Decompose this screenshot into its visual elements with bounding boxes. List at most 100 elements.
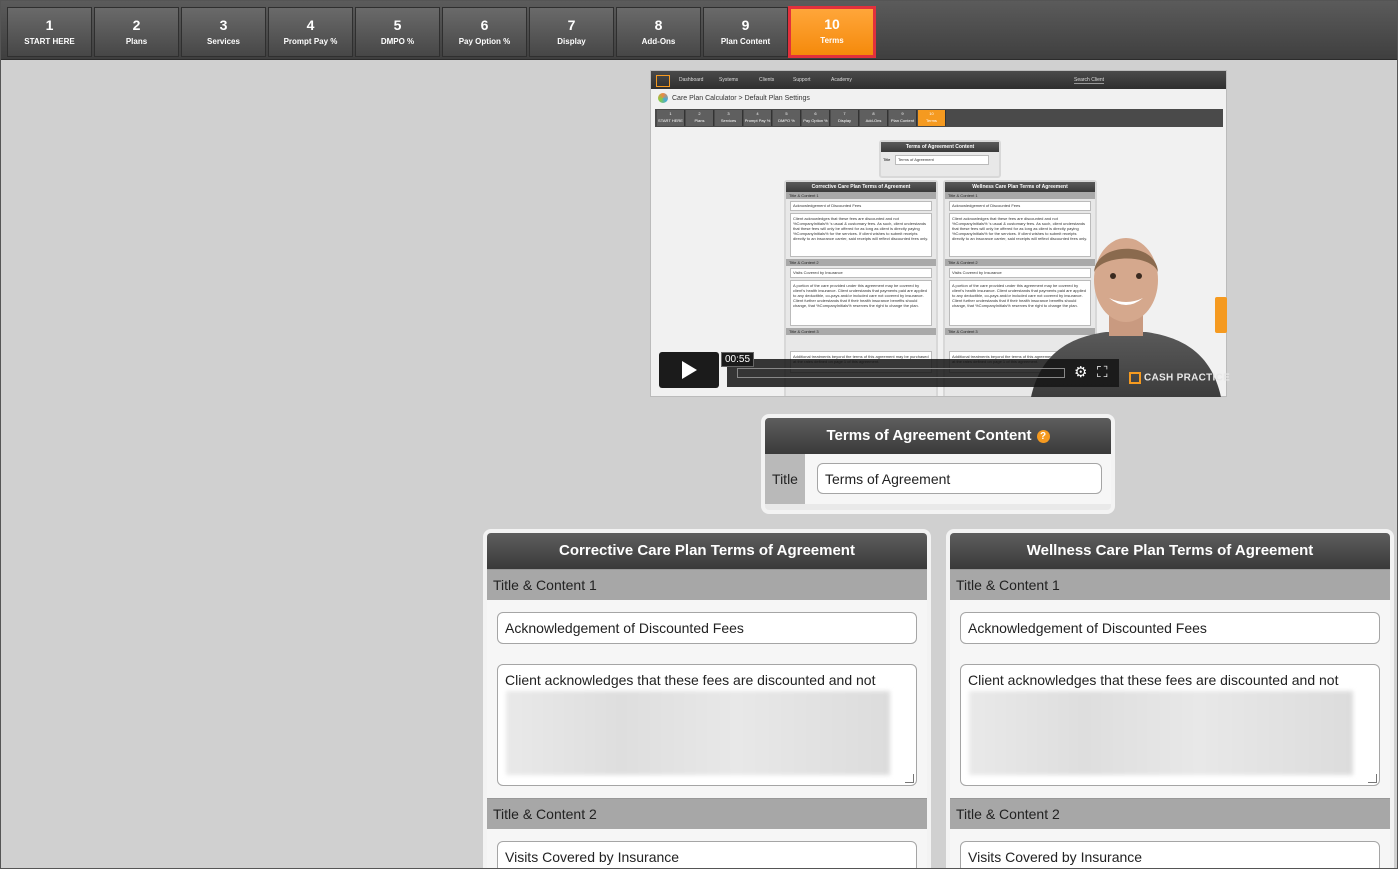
section-body-2: Visits Covered by Insurance — [487, 829, 927, 868]
wellness-care-panel: Wellness Care Plan Terms of Agreement Ti… — [946, 529, 1394, 868]
step-8-add-ons[interactable]: 8 Add-Ons — [616, 7, 701, 57]
step-label: Add-Ons — [641, 37, 676, 46]
step-number: 6 — [480, 17, 489, 33]
video-nav-item: Support — [793, 77, 811, 83]
video-section: Title & Content 1 — [945, 192, 1095, 199]
app-frame: 1 START HERE 2 Plans 3 Services 4 Prompt… — [0, 0, 1398, 869]
step-label: Services — [207, 37, 240, 46]
cash-practice-watermark: CASH PRACTICE — [1129, 372, 1230, 384]
wellness-title-2-input[interactable]: Visits Covered by Insurance — [960, 841, 1380, 868]
cash-practice-logo-icon — [1129, 372, 1141, 384]
calculator-logo-icon — [658, 93, 668, 103]
video-area: A portion of the care provided under thi… — [790, 280, 932, 326]
video-step: 2 Plans — [686, 110, 714, 126]
video-search: Search Client — [1074, 77, 1105, 84]
step-number: 3 — [219, 17, 228, 33]
video-step: 1 START HERE — [657, 110, 685, 126]
section-body-1: Acknowledgement of Discounted Fees Clien… — [950, 600, 1390, 798]
video-nav-item: Clients — [759, 77, 775, 83]
step-label: Terms — [820, 36, 844, 45]
step-1-start-here[interactable]: 1 START HERE — [7, 7, 92, 57]
title-label: Title — [765, 454, 805, 504]
wellness-title-1-input[interactable]: Acknowledgement of Discounted Fees — [960, 612, 1380, 644]
step-number: 7 — [567, 17, 576, 33]
fullscreen-icon[interactable]: ⛶ — [1097, 364, 1108, 382]
resize-grip-icon[interactable] — [905, 774, 914, 783]
video-step: 4 Prompt Pay % — [744, 110, 772, 126]
wellness-content-1-textarea[interactable]: Client acknowledges that these fees are … — [960, 664, 1380, 786]
app-logo-icon — [656, 75, 670, 87]
video-step-active: 10 Terms — [918, 110, 946, 126]
step-number: 1 — [45, 17, 54, 33]
corrective-care-panel: Corrective Care Plan Terms of Agreement … — [483, 529, 931, 868]
video-field: Acknowledgement of Discounted Fees — [790, 201, 932, 211]
section-title-content-2: Title & Content 2 — [487, 798, 927, 829]
terms-content-header: Terms of Agreement Content? — [765, 418, 1111, 454]
video-terms-header: Terms of Agreement Content — [881, 142, 999, 152]
step-label: Display — [557, 37, 586, 46]
video-corrective-header: Corrective Care Plan Terms of Agreement — [786, 182, 936, 192]
step-label: Pay Option % — [458, 37, 511, 46]
corrective-care-header: Corrective Care Plan Terms of Agreement — [487, 533, 927, 569]
video-app-navbar: Dashboard Systems Clients Support Academ… — [651, 71, 1226, 89]
step-10-terms[interactable]: 10 Terms — [788, 6, 876, 58]
step-2-plans[interactable]: 2 Plans — [94, 7, 179, 57]
step-label: DMPO % — [380, 37, 415, 46]
corrective-title-2-input[interactable]: Visits Covered by Insurance — [497, 841, 917, 868]
terms-content-panel: Terms of Agreement Content? Title Terms … — [761, 414, 1115, 514]
see-live-tab[interactable] — [1215, 297, 1227, 333]
step-3-services[interactable]: 3 Services — [181, 7, 266, 57]
help-icon[interactable]: ? — [1036, 429, 1050, 443]
step-label: Plan Content — [720, 37, 771, 46]
step-7-display[interactable]: 7 Display — [529, 7, 614, 57]
blurred-content — [969, 691, 1353, 775]
step-5-dmpo[interactable]: 5 DMPO % — [355, 7, 440, 57]
video-nav-item: Dashboard — [679, 77, 704, 83]
blurred-content — [506, 691, 890, 775]
video-wellness-header: Wellness Care Plan Terms of Agreement — [945, 182, 1095, 192]
step-label: START HERE — [24, 37, 75, 46]
video-step: 5 DMPO % — [773, 110, 801, 126]
video-area: Client acknowledges that these fees are … — [790, 213, 932, 257]
section-body-2: Visits Covered by Insurance — [950, 829, 1390, 868]
section-title-content-2: Title & Content 2 — [950, 798, 1390, 829]
corrective-content-1-textarea[interactable]: Client acknowledges that these fees are … — [497, 664, 917, 786]
video-controls: ⚙ ⛶ — [727, 359, 1119, 387]
video-nav-item: Systems — [719, 77, 739, 83]
play-button[interactable] — [659, 352, 719, 388]
step-number: 2 — [132, 17, 141, 33]
video-field: Visits Covered by Insurance — [790, 268, 932, 278]
video-nav-item: Academy — [831, 77, 852, 83]
video-section: Title & Content 1 — [786, 192, 936, 199]
step-navigation-bar: 1 START HERE 2 Plans 3 Services 4 Prompt… — [1, 1, 1397, 60]
video-field: Acknowledgement of Discounted Fees — [949, 201, 1091, 211]
step-label: Plans — [125, 37, 148, 46]
section-body-1: Acknowledgement of Discounted Fees Clien… — [487, 600, 927, 798]
brand-text: CASH PRACTICE — [1144, 372, 1231, 384]
section-title-content-1: Title & Content 1 — [950, 569, 1390, 600]
step-4-prompt-pay[interactable]: 4 Prompt Pay % — [268, 7, 353, 57]
video-step: 6 Pay Option % — [802, 110, 830, 126]
step-number: 8 — [654, 17, 663, 33]
step-9-plan-content[interactable]: 9 Plan Content — [703, 7, 788, 57]
video-section: Title & Content 2 — [786, 259, 936, 266]
video-step: 3 Services — [715, 110, 743, 126]
agreement-title-input[interactable]: Terms of Agreement — [817, 463, 1102, 494]
video-step: 7 Display — [831, 110, 859, 126]
textarea-text: Client acknowledges that these fees are … — [505, 672, 876, 688]
play-icon — [682, 361, 697, 379]
progress-bar[interactable] — [737, 368, 1065, 378]
video-breadcrumb-text: Care Plan Calculator > Default Plan Sett… — [672, 94, 810, 102]
settings-gear-icon[interactable]: ⚙ — [1074, 364, 1087, 382]
video-time: 00:55 — [721, 352, 755, 367]
video-step: 9 Plan Content — [889, 110, 917, 126]
corrective-title-1-input[interactable]: Acknowledgement of Discounted Fees — [497, 612, 917, 644]
resize-grip-icon[interactable] — [1368, 774, 1377, 783]
step-label: Prompt Pay % — [283, 37, 338, 46]
terms-content-title: Terms of Agreement Content — [826, 427, 1032, 444]
video-section: Title & Content 3 — [786, 328, 936, 335]
title-row: Title Terms of Agreement — [765, 454, 1111, 504]
step-number: 4 — [306, 17, 315, 33]
step-6-pay-option[interactable]: 6 Pay Option % — [442, 7, 527, 57]
video-terms-box: Terms of Agreement Content Title Terms o… — [879, 140, 1001, 178]
